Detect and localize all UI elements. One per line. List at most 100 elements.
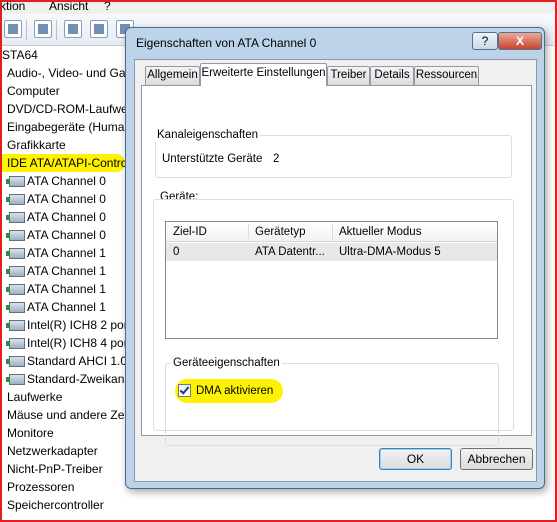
tree-item-label: Standard AHCI 1.0 [27, 354, 128, 368]
tree-item-category[interactable]: Monitore [0, 424, 54, 442]
controller-icon [6, 374, 25, 385]
column-header-geraetetyp[interactable]: Gerätetyp [255, 225, 306, 239]
device-properties-group: Geräteeigenschaften DMA aktivieren [165, 356, 499, 446]
column-separator[interactable] [248, 224, 249, 240]
group-title: Kanaleigenschaften [155, 128, 261, 142]
tree-item-label: Grafikkarte [7, 138, 66, 152]
table-row[interactable]: 0 ATA Datentr... Ultra-DMA-Modus 5 [166, 243, 497, 261]
controller-icon [6, 284, 25, 295]
tab-erweiterte-einstellungen[interactable]: Erweiterte Einstellungen [200, 63, 327, 86]
tree-item-label: IDE ATA/ATAPI-Contro [7, 156, 128, 170]
tab-allgemein[interactable]: Allgemein [145, 66, 200, 85]
tree-item-label: Eingabegeräte (Human [7, 120, 132, 134]
controller-icon [6, 320, 25, 331]
controller-icon [6, 338, 25, 349]
tree-item-category[interactable]: Grafikkarte [0, 136, 66, 154]
dialog-title: Eigenschaften von ATA Channel 0 [136, 36, 317, 50]
toolbar-separator [56, 20, 57, 40]
toolbar-separator [26, 20, 27, 40]
tree-item-category[interactable]: Nicht-PnP-Treiber [0, 460, 103, 478]
close-button[interactable]: X [498, 32, 542, 50]
tab-treiber[interactable]: Treiber [327, 66, 370, 85]
menu-item-aktion[interactable]: ktion [0, 0, 25, 12]
properties-icon[interactable] [34, 20, 52, 38]
tree-item-category[interactable]: Prozessoren [0, 478, 74, 496]
devices-list[interactable]: Ziel-ID Gerätetyp Aktueller Modus 0 ATA … [165, 221, 498, 339]
tree-item-device[interactable]: ATA Channel 1 [0, 262, 106, 280]
tree-item-label: ATA Channel 0 [27, 192, 106, 206]
tree-item-device[interactable]: ATA Channel 0 [0, 172, 106, 190]
tree-item-category[interactable]: Netzwerkadapter [0, 442, 98, 460]
menu-item-help[interactable]: ? [104, 0, 111, 12]
controller-icon [6, 194, 25, 205]
help-button[interactable]: ? [472, 32, 498, 50]
tree-item-device[interactable]: ATA Channel 0 [0, 190, 106, 208]
dma-highlight: DMA aktivieren [175, 379, 283, 403]
column-header-modus[interactable]: Aktueller Modus [339, 225, 421, 239]
tab-ressourcen[interactable]: Ressourcen [414, 66, 479, 85]
tree-item-label: ATA Channel 1 [27, 282, 106, 296]
list-header: Ziel-ID Gerätetyp Aktueller Modus [166, 222, 497, 242]
tree-item-label: ATA Channel 0 [27, 174, 106, 188]
tree-item-device[interactable]: ATA Channel 1 [0, 244, 106, 262]
dma-label[interactable]: DMA aktivieren [196, 384, 273, 398]
devices-frame: Ziel-ID Gerätetyp Aktueller Modus 0 ATA … [153, 199, 514, 446]
tree-item-label: Computer [7, 84, 60, 98]
tree-item-category[interactable]: DVD/CD-ROM-Laufwe [0, 100, 128, 118]
tab-panel: Kanaleigenschaften Unterstützte Geräte 2… [141, 85, 532, 446]
tree-item-category[interactable]: Computer [0, 82, 60, 100]
tree-item-device[interactable]: ATA Channel 0 [0, 226, 106, 244]
tree-item-device[interactable]: Intel(R) ICH8 4 port [0, 334, 131, 352]
checkmark-icon [179, 384, 190, 395]
tree-item-category[interactable]: Laufwerke [0, 388, 62, 406]
tab-details[interactable]: Details [370, 66, 414, 85]
properties-dialog: Eigenschaften von ATA Channel 0 ? X Allg… [125, 27, 545, 489]
tree-item-label: Speichercontroller [7, 498, 104, 512]
tree-item-label: Mäuse und andere Zei [7, 408, 128, 422]
tree-item-label: ATA Channel 0 [27, 228, 106, 242]
tree-item-label: Nicht-PnP-Treiber [7, 462, 103, 476]
menu-item-ansicht[interactable]: Ansicht [49, 0, 88, 12]
supported-devices-label: Unterstützte Geräte [162, 153, 263, 165]
tree-item-category[interactable]: IDE ATA/ATAPI-Contro [0, 154, 128, 172]
tree-item-device[interactable]: ATA Channel 0 [0, 208, 106, 226]
controller-icon [6, 176, 25, 187]
tree-item-label: Netzwerkadapter [7, 444, 98, 458]
tree-item-category[interactable]: Audio-, Video- und Ga [0, 64, 126, 82]
supported-devices-value: 2 [273, 153, 280, 165]
tree-item-device[interactable]: ATA Channel 1 [0, 280, 106, 298]
dialog-client: Allgemein Erweiterte Einstellungen Treib… [134, 59, 537, 482]
group-title: Geräteeigenschaften [171, 356, 282, 370]
ok-button[interactable]: OK [379, 448, 452, 470]
tree-item-category[interactable]: Speichercontroller [0, 496, 104, 514]
back-icon[interactable] [4, 20, 22, 38]
tree-item-category[interactable]: Mäuse und andere Zei [0, 406, 127, 424]
cell-ziel-id: 0 [173, 246, 180, 258]
tree-item-label: ATA Channel 1 [27, 246, 106, 260]
controller-icon [6, 212, 25, 223]
tree-item-device[interactable]: Intel(R) ICH8 2 port [0, 316, 131, 334]
tree-item-label: Audio-, Video- und Ga [7, 66, 126, 80]
tree-item-label: Intel(R) ICH8 4 port [27, 336, 132, 350]
dma-checkbox[interactable] [178, 384, 191, 397]
view-icon[interactable] [64, 20, 82, 38]
menu-bar: ktion Ansicht ? [0, 0, 557, 14]
tree-item-label: DVD/CD-ROM-Laufwe [7, 102, 128, 116]
controller-icon [6, 356, 25, 367]
tree-item-label: Intel(R) ICH8 2 port [27, 318, 132, 332]
tree-item-device[interactable]: ATA Channel 1 [0, 298, 106, 316]
tree-item-category[interactable]: STA64 [0, 46, 38, 64]
tree-item-label: ATA Channel 1 [27, 264, 106, 278]
column-header-ziel-id[interactable]: Ziel-ID [173, 225, 207, 239]
channel-properties-group: Kanaleigenschaften Unterstützte Geräte 2 [155, 128, 512, 178]
column-separator[interactable] [332, 224, 333, 240]
tree-item-label: ATA Channel 1 [27, 300, 106, 314]
tree-item-device[interactable]: Standard AHCI 1.0 [0, 352, 127, 370]
controller-icon [6, 230, 25, 241]
controller-icon [6, 266, 25, 277]
help-icon[interactable] [90, 20, 108, 38]
cancel-button[interactable]: Abbrechen [460, 448, 533, 470]
tree-item-category[interactable]: Eingabegeräte (Human [0, 118, 131, 136]
tree-item-device[interactable]: Standard-Zweikana [0, 370, 131, 388]
device-tree[interactable]: STA64 Audio-, Video- und Ga Computer DVD/CD… [0, 48, 140, 522]
